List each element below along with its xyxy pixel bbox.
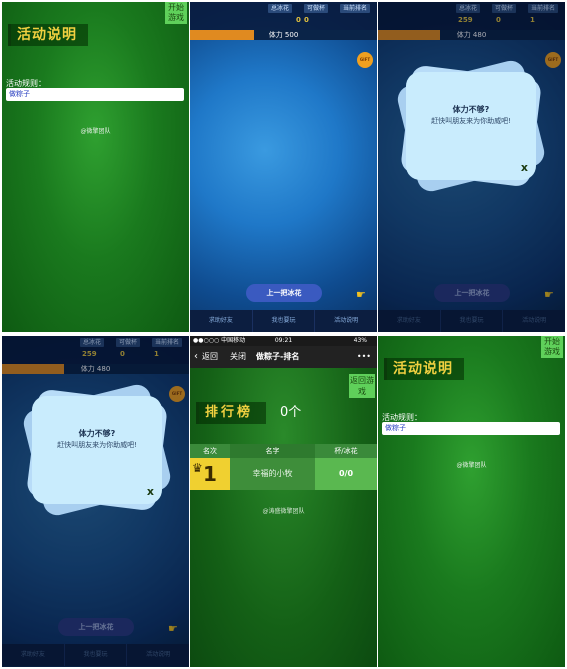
close-icon[interactable]: x — [147, 485, 154, 498]
nav-close-link[interactable]: 关闭 — [230, 346, 246, 368]
chevron-left-icon[interactable]: ‹ — [194, 346, 198, 368]
stat-label-cups: 可做杯 — [304, 4, 329, 13]
stamina-label: 体力 500 — [268, 31, 299, 39]
nav-title: 做粽子-排名 — [256, 352, 300, 361]
start-game-button[interactable]: 开始游戏 — [165, 2, 187, 24]
modal-title: 体力不够? — [78, 429, 116, 438]
battery-label: 43% — [353, 337, 367, 344]
team-credit: @微擎团队 — [456, 462, 487, 469]
nav-back-link[interactable]: 返回 — [202, 346, 218, 368]
rules-field[interactable]: 做粽子 — [6, 88, 184, 101]
stat-value-cups: 0 — [304, 16, 309, 24]
ranking-count: 0个 — [280, 405, 302, 420]
stat-label-total: 总冰花 — [268, 4, 293, 13]
stamina-modal: 体力不够? 赶快叫朋友来为你助威吧! x — [20, 381, 174, 519]
stamina-modal-panel-2: 总冰花 可做杯 当前排名 259 0 1 体力 480 GIFT 上一把冰花 ☛… — [2, 336, 189, 667]
header-name: 名字 — [230, 444, 315, 458]
close-icon[interactable]: x — [521, 161, 528, 174]
tab-activity[interactable]: 活动说明 — [315, 310, 377, 332]
rank-number: 1 — [203, 462, 217, 486]
modal-title: 体力不够? — [452, 105, 490, 114]
name-cell: 幸福的小牧 — [230, 458, 315, 490]
modal-subtitle: 赶快叫朋友来为你助威吧! — [57, 441, 137, 449]
status-bar: ●●○○○ 中国移动 09:21 43% — [190, 336, 377, 346]
game-panel: 总冰花 可做杯 当前排名 0 0 体力 500 GIFT 上一把冰花 ☛ 求助好… — [190, 2, 377, 332]
rank-cell: ♛ 1 — [190, 458, 230, 490]
ranking-table-header: 名次 名字 杯/冰花 — [190, 444, 377, 458]
modal-subtitle: 赶快叫朋友来为你助威吧! — [431, 117, 511, 125]
ranking-panel: ●●○○○ 中国移动 09:21 43% ‹ 返回 关闭 做粽子-排名 ••• … — [190, 336, 377, 667]
team-credit: @涛盛微擎团队 — [262, 508, 305, 515]
bottom-tabs: 求助好友 我也要玩 活动说明 — [190, 310, 377, 332]
score-cell: 0/0 — [315, 458, 377, 490]
header-score: 杯/冰花 — [315, 444, 377, 458]
stat-label-rank: 当前排名 — [340, 4, 371, 13]
back-to-game-button[interactable]: 返回游戏 — [349, 374, 375, 398]
crown-icon: ♛ — [192, 461, 203, 475]
rules-field[interactable]: 做粽子 — [382, 422, 560, 435]
wechat-nav: ‹ 返回 关闭 做粽子-排名 ••• — [190, 346, 377, 368]
status-time: 09:21 — [274, 337, 293, 344]
pointer-hand-icon: ☛ — [356, 288, 366, 301]
activity-title: 活动说明 — [384, 358, 464, 380]
activity-panel: 活动说明 开始游戏 活动规则： 做粽子 @微擎团队 — [2, 2, 189, 332]
more-icon[interactable]: ••• — [357, 346, 371, 368]
tab-play-too[interactable]: 我也要玩 — [253, 310, 316, 332]
stamina-bar: 体力 500 — [190, 30, 377, 40]
activity-title: 活动说明 — [8, 24, 88, 46]
stamina-modal: 体力不够? 赶快叫朋友来为你助威吧! x — [394, 57, 548, 195]
prev-round-button[interactable]: 上一把冰花 — [246, 284, 322, 302]
activity-panel-2: 活动说明 开始游戏 活动规则： 做粽子 @微擎团队 — [378, 336, 565, 667]
stat-value-total: 0 — [296, 16, 301, 24]
stats-bar: 总冰花 可做杯 当前排名 0 0 — [190, 2, 377, 30]
team-credit: @微擎团队 — [80, 128, 111, 135]
stamina-modal-panel: 总冰花 可做杯 当前排名 259 0 1 体力 480 GIFT 上一把冰花 ☛… — [378, 2, 565, 332]
ranking-title: 排行榜 — [196, 402, 266, 424]
tab-ask-friends[interactable]: 求助好友 — [190, 310, 253, 332]
table-row: ♛ 1 幸福的小牧 0/0 — [190, 458, 377, 490]
start-game-button[interactable]: 开始游戏 — [541, 336, 563, 358]
gift-badge-icon[interactable]: GIFT — [357, 52, 373, 68]
